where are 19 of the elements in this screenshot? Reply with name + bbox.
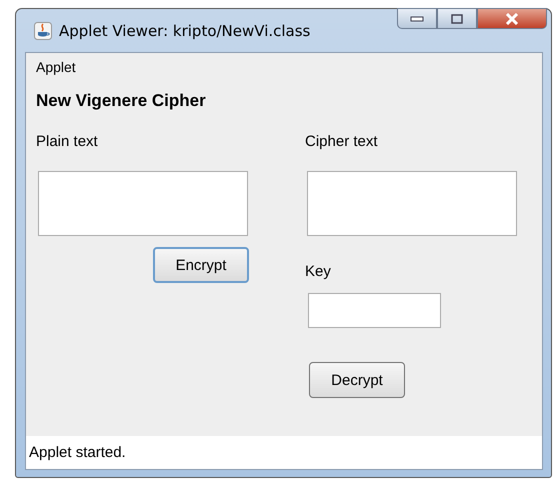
input-field[interactable]: [38, 171, 248, 236]
field-label: Cipher text: [305, 133, 378, 150]
maximize-button[interactable]: [437, 8, 477, 29]
input-field[interactable]: [308, 293, 441, 328]
decrypt-button[interactable]: Decrypt: [309, 362, 405, 398]
menu-item[interactable]: Applet: [36, 59, 76, 75]
encrypt-button[interactable]: Encrypt: [153, 247, 249, 283]
coffee-cup-icon: [34, 22, 52, 40]
minimize-button[interactable]: [397, 8, 437, 29]
close-button[interactable]: [477, 8, 547, 29]
status-bar: Applet started.: [26, 436, 542, 469]
input-field[interactable]: [307, 171, 517, 236]
heading: New Vigenere Cipher: [36, 91, 207, 111]
minimize-icon: [410, 16, 424, 22]
maximize-icon: [451, 14, 463, 24]
field-label: Key: [305, 263, 331, 280]
window-title: Applet Viewer: kripto/NewVi.class: [59, 22, 310, 40]
close-icon: [504, 12, 520, 24]
field-label: Plain text: [36, 133, 98, 150]
